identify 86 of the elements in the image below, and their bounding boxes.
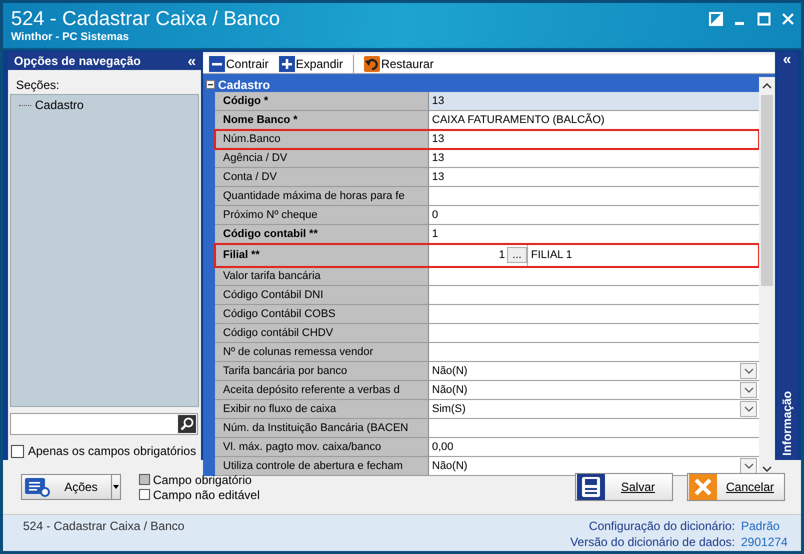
field-label: Código Contábil DNI [223,289,324,301]
value-field[interactable]: 13 [429,149,759,167]
search-icon [180,417,194,431]
dropdown-field[interactable]: Não(N) [429,362,759,380]
lookup-button[interactable]: ... [507,247,527,263]
value-field[interactable] [429,343,759,361]
checkbox-label: Apenas os campos obrigatórios [28,444,196,458]
collapse-button[interactable]: « [188,54,196,68]
window-title: 524 - Cadastrar Caixa / Banco [11,7,280,31]
legend-swatch [139,489,150,500]
search-button[interactable] [178,415,196,433]
chevron-down-icon [744,406,754,412]
value-field[interactable]: 0 [429,206,759,224]
value-field[interactable] [429,187,759,205]
cancel-button[interactable]: Cancelar [687,473,785,501]
field-label: Código * [223,95,268,107]
chevron-down-icon [744,368,754,374]
dropdown-field[interactable]: Sim(S) [429,400,759,418]
field-label: Código contabil ** [223,228,318,240]
legend-swatch [139,474,150,485]
toolbar-button[interactable]: Expandir [278,56,344,72]
dropdown-field[interactable]: Não(N) [429,381,759,399]
value-field[interactable]: 1 [429,225,759,243]
toolbar-button[interactable]: Restaurar [364,56,434,72]
field-label: Vl. máx. pagto mov. caixa/banco [223,441,382,453]
minus-icon[interactable] [206,80,215,89]
scroll-down-icon [762,466,772,472]
caret-icon [113,485,119,489]
field-label: Próximo Nº cheque [223,209,318,221]
list-gear-icon [25,477,51,497]
status-text: 524 - Cadastrar Caixa / Banco [23,519,184,535]
field-label: Filial ** [223,249,260,261]
search-field[interactable] [10,413,198,435]
dropdown-field[interactable]: Não(N) [429,457,759,475]
group-label: Seções: [15,78,60,94]
value-field[interactable] [429,305,759,323]
maximize-icon[interactable] [757,12,771,26]
collapse-button[interactable]: « [782,52,792,67]
field-label: Exibir no fluxo de caixa [223,403,336,415]
status-value: Padrão [741,519,781,533]
status-label: Configuração do dicionário: [588,519,735,533]
panel-title: Opções de navegação [14,54,141,68]
x-mark-icon [689,474,717,500]
value-field[interactable]: CAIXA FATURAMENTO (BALCÃO) [429,111,759,129]
undo-arrow-icon [364,56,380,72]
field-label: Utiliza controle de abertura e fecham [223,460,403,472]
status-value: 2901274 [741,535,787,549]
legend-label: Campo obrigatório [153,472,252,486]
value-field[interactable]: 0,00 [429,438,759,456]
window-subtitle: Winthor - PC Sistemas [11,31,130,43]
field-label: Nº de colunas remessa vendor [223,346,374,358]
chevron-down-icon [744,387,754,393]
field-label: Código contábil CHDV [223,327,334,339]
tree-item[interactable]: Cadastro [33,97,86,113]
restore-icon[interactable] [709,12,723,26]
scroll-thumb[interactable] [761,95,773,286]
field-label: Código Contábil COBS [223,308,336,320]
field-label: Tarifa bancária por banco [223,365,348,377]
save-button[interactable]: Salvar [575,473,673,501]
field-label: Aceita depósito referente a verbas d [223,384,400,396]
field-label: Valor tarifa bancária [223,270,321,282]
actions-button[interactable]: Ações [21,474,121,500]
status-label: Versão do dicionário de dados: [570,535,735,549]
field-label: Núm.Banco [223,133,280,145]
field-label: Quantidade máxima de horas para fe [223,190,405,202]
value-field[interactable] [429,324,759,342]
checkbox[interactable] [11,444,24,458]
field-label: Conta / DV [223,171,277,183]
field-label: Nome Banco * [223,114,298,126]
code-field[interactable]: 1 [429,249,507,261]
section-title: Cadastro [218,78,270,92]
field-label: Núm. da Instituição Bancária (BACEN [223,422,408,434]
value-field[interactable]: 13 [429,168,759,186]
scroll-up-icon [762,83,772,89]
chevron-down-icon [744,463,754,469]
close-icon[interactable] [781,12,795,26]
legend-label: Campo não editável [153,488,260,502]
field-label: Agência / DV [223,152,288,164]
scrollbar[interactable] [759,77,775,476]
value-field[interactable]: 13 [429,92,759,110]
toolbar-button[interactable]: Contrair [209,56,269,72]
value-field[interactable] [429,286,759,304]
value-field[interactable]: 13 [429,130,759,148]
value-field[interactable] [429,419,759,437]
panel-title: Informação [780,391,794,456]
value-field[interactable] [429,267,759,285]
